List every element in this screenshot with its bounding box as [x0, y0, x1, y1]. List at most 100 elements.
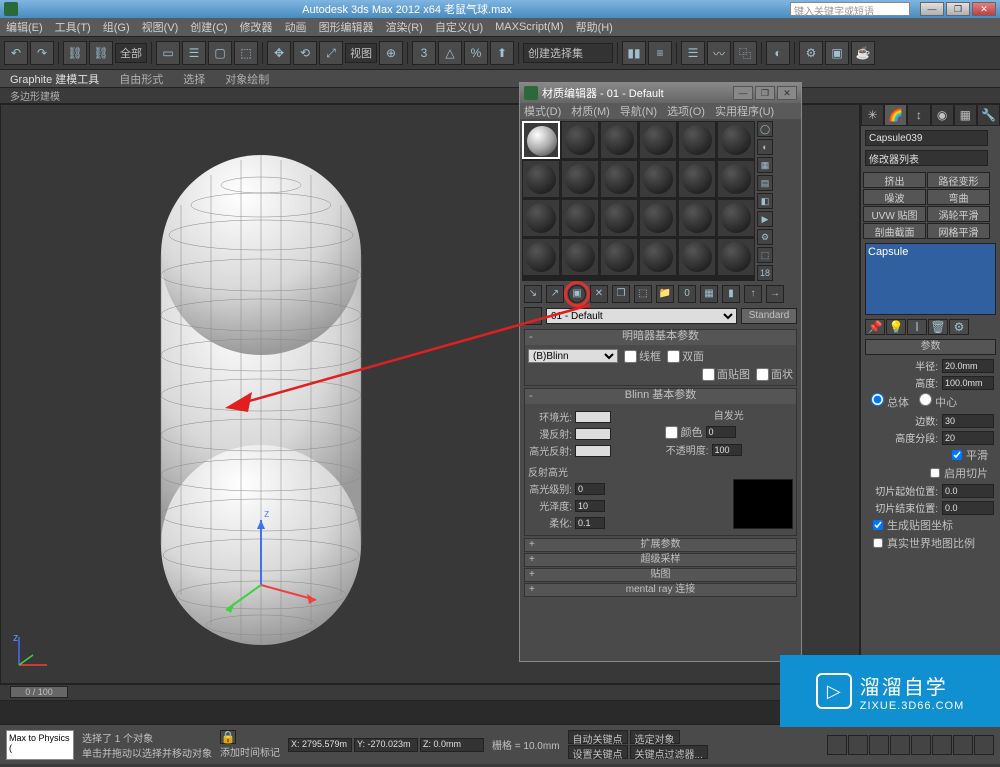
scale-button[interactable]: ⤢ [319, 41, 343, 65]
lock-button[interactable]: 🔒 [220, 730, 236, 744]
make-unique-button[interactable]: ⬚ [634, 285, 652, 303]
speclvl-spinner[interactable]: 0 [575, 483, 605, 495]
matid-icon[interactable]: 18 [757, 265, 773, 281]
menu-rendering[interactable]: 渲染(R) [386, 19, 423, 35]
selfillum-check[interactable] [665, 426, 678, 439]
ribbon-tab-graphite[interactable]: Graphite 建模工具 [10, 71, 99, 87]
reset-button[interactable]: ✕ [590, 285, 608, 303]
mirror-button[interactable]: ▮▮ [622, 41, 646, 65]
show-end-button[interactable]: ▮ [722, 285, 740, 303]
mod-slice[interactable]: 剖曲截面 [863, 223, 926, 239]
menu-edit[interactable]: 编辑(E) [6, 19, 43, 35]
twoside-check[interactable] [667, 350, 680, 363]
params-rollout-header[interactable]: 参数 [865, 339, 996, 355]
z-coord[interactable]: Z: 0.0mm [420, 738, 484, 752]
menu-customize[interactable]: 自定义(U) [435, 19, 483, 35]
mod-bend[interactable]: 弯曲 [927, 189, 990, 205]
specular-swatch[interactable] [575, 445, 611, 457]
redo-button[interactable]: ↷ [30, 41, 54, 65]
background-icon[interactable]: ▦ [757, 157, 773, 173]
ribbon-tab-select[interactable]: 选择 [183, 71, 205, 87]
rollout-mentalray[interactable]: mental ray 连接 [524, 583, 797, 597]
x-coord[interactable]: X: 2795.579m [288, 738, 352, 752]
display-tab[interactable]: ▦ [954, 104, 977, 126]
ribbon-tab-paint[interactable]: 对象绘制 [225, 71, 269, 87]
assign-to-selection-button[interactable]: ▣ [568, 285, 586, 303]
menu-tools[interactable]: 工具(T) [55, 19, 91, 35]
mod-extrude[interactable]: 挤出 [863, 172, 926, 188]
ambient-swatch[interactable] [575, 411, 611, 423]
next-key-button[interactable] [869, 735, 889, 755]
move-button[interactable]: ✥ [267, 41, 291, 65]
zoom-all-button[interactable] [911, 735, 931, 755]
stack-unique[interactable]: Ⅰ [907, 319, 927, 335]
sample-slot[interactable] [561, 121, 599, 159]
close-button[interactable]: ✕ [972, 2, 996, 16]
go-sibling-button[interactable]: → [766, 285, 784, 303]
maxscript-listener[interactable]: Max to Physics ( [6, 730, 74, 760]
center-radio[interactable]: 中心 [919, 393, 957, 410]
sample-slot[interactable] [639, 238, 677, 276]
keyfilter-button[interactable]: 关键点过滤器... [630, 745, 708, 759]
sample-slot-1[interactable] [522, 121, 560, 159]
rotate-button[interactable]: ⟲ [293, 41, 317, 65]
create-tab[interactable]: ✳ [861, 104, 884, 126]
sample-slot[interactable] [522, 238, 560, 276]
window-crossing-button[interactable]: ⬚ [234, 41, 258, 65]
help-search[interactable]: 键入关键字或短语 [790, 2, 910, 16]
stack-pin[interactable]: 📌 [865, 319, 885, 335]
add-time-tag[interactable]: 添加时间标记 [220, 744, 280, 759]
sample-slot[interactable] [717, 238, 755, 276]
shader-dropdown[interactable]: (B)Blinn [528, 349, 618, 363]
mat-menu-opts[interactable]: 选项(O) [667, 103, 705, 119]
go-parent-button[interactable]: ↑ [744, 285, 762, 303]
hierarchy-tab[interactable]: ↕ [907, 104, 930, 126]
opacity-spinner[interactable]: 100 [712, 444, 742, 456]
utilities-tab[interactable]: 🔧 [977, 104, 1000, 126]
keyfilter-selset[interactable]: 选定对象 [630, 730, 680, 744]
sample-slot[interactable] [678, 238, 716, 276]
zoom-button[interactable] [890, 735, 910, 755]
wire-check[interactable] [624, 350, 637, 363]
time-slider-handle[interactable]: 0 / 100 [10, 686, 68, 698]
genmap-check[interactable] [873, 520, 883, 530]
make-copy-button[interactable]: ❐ [612, 285, 630, 303]
options-icon[interactable]: ⚙ [757, 229, 773, 245]
menu-maxscript[interactable]: MAXScript(M) [495, 21, 563, 33]
y-coord[interactable]: Y: -270.023m [354, 738, 418, 752]
rollout-supersample[interactable]: 超级采样 [524, 553, 797, 567]
overall-radio[interactable]: 总体 [871, 393, 909, 410]
make-preview-icon[interactable]: ▶ [757, 211, 773, 227]
menu-group[interactable]: 组(G) [103, 19, 130, 35]
mat-close-button[interactable]: ✕ [777, 86, 797, 100]
sample-slot[interactable] [639, 160, 677, 198]
sample-slot[interactable] [717, 160, 755, 198]
matid-channel-button[interactable]: 0 [678, 285, 696, 303]
get-material-button[interactable]: ↘ [524, 285, 542, 303]
video-check-icon[interactable]: ◧ [757, 193, 773, 209]
mod-noise[interactable]: 噪波 [863, 189, 926, 205]
sample-slot[interactable] [561, 238, 599, 276]
menu-modifiers[interactable]: 修改器 [240, 19, 273, 35]
pan-button[interactable] [953, 735, 973, 755]
blinn-rollout-header[interactable]: -Blinn 基本参数 [525, 389, 796, 404]
layers-button[interactable]: ☰ [681, 41, 705, 65]
mat-menu-material[interactable]: 材质(M) [571, 103, 610, 119]
sample-slot[interactable] [639, 199, 677, 237]
material-editor-titlebar[interactable]: 材质编辑器 - 01 - Default — ❐ ✕ [520, 83, 801, 103]
selection-filter[interactable]: 全部 [115, 43, 147, 63]
zoom-ext-button[interactable] [932, 735, 952, 755]
mat-menu-nav[interactable]: 导航(N) [620, 103, 657, 119]
play-button[interactable] [848, 735, 868, 755]
modifier-list-dropdown[interactable]: 修改器列表 [865, 150, 988, 166]
modifier-stack[interactable]: Capsule [865, 243, 996, 315]
prev-key-button[interactable] [827, 735, 847, 755]
mat-menu-mode[interactable]: 模式(D) [524, 103, 561, 119]
setkey-button[interactable]: 设置关键点 [568, 745, 628, 759]
modify-tab[interactable]: 🌈 [884, 104, 907, 126]
height-spinner[interactable]: 100.0mm [942, 376, 994, 390]
snap-button[interactable]: 3 [412, 41, 436, 65]
sample-slot[interactable] [678, 160, 716, 198]
select-name-button[interactable]: ☰ [182, 41, 206, 65]
material-name-dropdown[interactable]: 01 - Default [546, 308, 737, 324]
